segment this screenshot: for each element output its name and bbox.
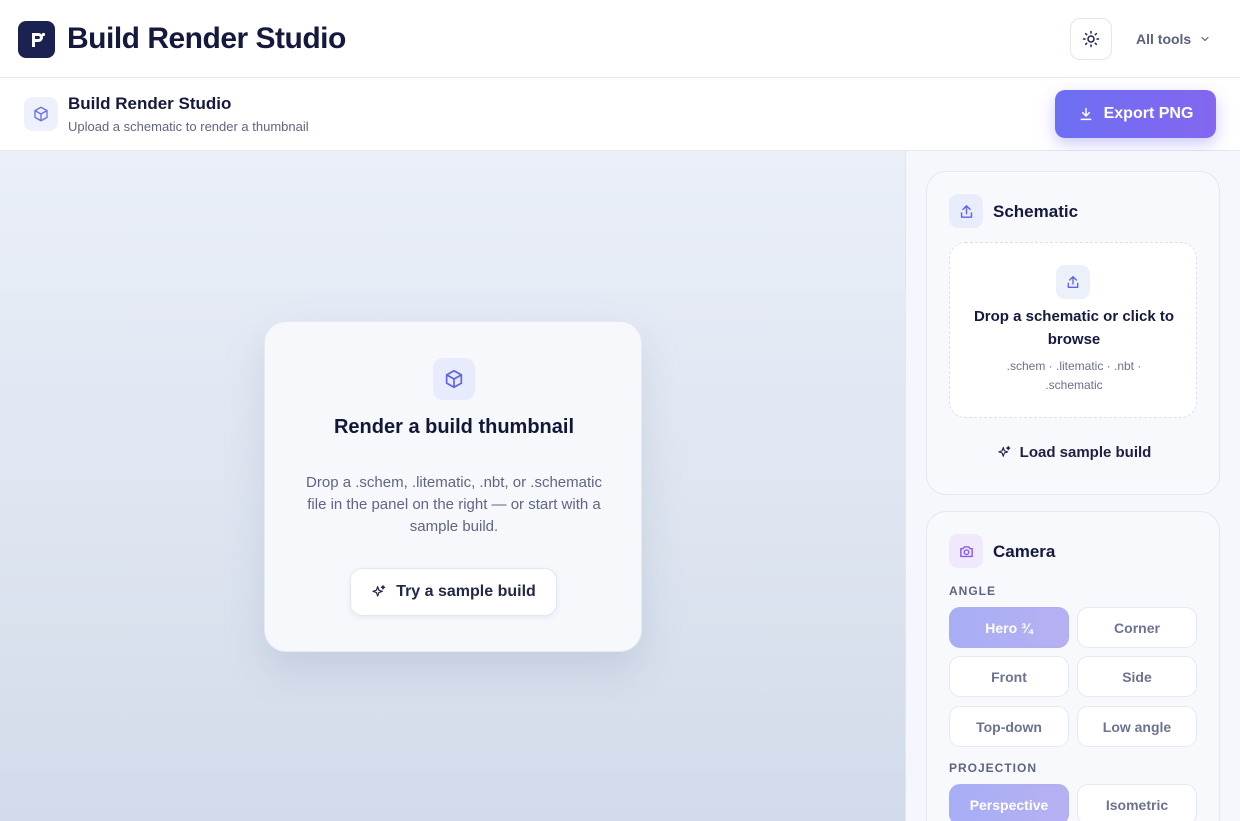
dropzone-title: Drop a schematic or click to browse <box>973 308 1175 348</box>
try-sample-build-button[interactable]: Try a sample build <box>350 568 557 616</box>
empty-state-card: Render a build thumbnail Drop a .schem, … <box>264 321 642 652</box>
tool-caption: Upload a schematic to render a thumbnail <box>68 119 309 134</box>
angle-option-top-down[interactable]: Top-down <box>949 706 1069 747</box>
empty-state-description: Drop a .schem, .litematic, .nbt, or .sch… <box>306 474 602 535</box>
cube-icon <box>24 97 58 131</box>
angle-section-label: ANGLE <box>949 584 996 598</box>
angle-option-low-angle[interactable]: Low angle <box>1077 706 1197 747</box>
top-app-bar: Build Render Studio All tools <box>0 0 1240 78</box>
angle-option-hero[interactable]: Hero ¾ <box>949 607 1069 648</box>
sparkles-icon <box>997 445 1011 457</box>
try-sample-build-label: Try a sample build <box>396 583 536 600</box>
chevron-down-icon <box>1201 36 1209 42</box>
cube-icon <box>433 358 475 400</box>
p-logo-icon <box>31 32 45 47</box>
empty-state-title: Render a build thumbnail <box>333 416 574 438</box>
dropzone-formats: .schem · .litematic · .nbt · .schematic <box>1006 359 1142 392</box>
schematic-title: Schematic <box>993 202 1079 221</box>
all-tools-dropdown[interactable]: All tools <box>1126 26 1221 52</box>
sparkles-icon <box>372 585 386 597</box>
camera-title: Camera <box>993 542 1056 561</box>
tool-title: Build Render Studio <box>68 94 232 113</box>
schematic-dropzone[interactable]: Drop a schematic or click to browse .sch… <box>949 242 1197 418</box>
angle-option-corner[interactable]: Corner <box>1077 607 1197 648</box>
load-sample-build-label: Load sample build <box>1019 443 1152 461</box>
angle-option-side[interactable]: Side <box>1077 656 1197 697</box>
upload-icon <box>949 194 983 228</box>
schematic-card: Schematic Drop a schematic or click to b… <box>926 171 1220 495</box>
app-logo-icon[interactable] <box>18 21 55 58</box>
camera-card: Camera ANGLE Hero ¾ Corner Front Side To… <box>926 511 1220 821</box>
download-icon <box>1080 107 1091 121</box>
sun-icon <box>1082 30 1100 48</box>
upload-icon <box>1056 265 1090 299</box>
settings-panel: Schematic Drop a schematic or click to b… <box>906 151 1240 821</box>
all-tools-label: All tools <box>1136 31 1192 47</box>
projection-option-isometric[interactable]: Isometric <box>1077 784 1197 821</box>
tool-header: Build Render Studio Upload a schematic t… <box>0 78 1240 151</box>
load-sample-build-button[interactable]: Load sample build <box>977 438 1171 466</box>
export-png-button[interactable]: Export PNG <box>1055 90 1216 138</box>
camera-icon <box>949 534 983 568</box>
projection-option-perspective[interactable]: Perspective <box>949 784 1069 821</box>
export-png-label: Export PNG <box>1103 105 1194 122</box>
app-brand-name: Build Render Studio <box>67 22 346 55</box>
render-canvas: Render a build thumbnail Drop a .schem, … <box>0 151 906 821</box>
projection-section-label: PROJECTION <box>949 761 1038 775</box>
theme-toggle-button[interactable] <box>1070 18 1112 60</box>
angle-option-front[interactable]: Front <box>949 656 1069 697</box>
